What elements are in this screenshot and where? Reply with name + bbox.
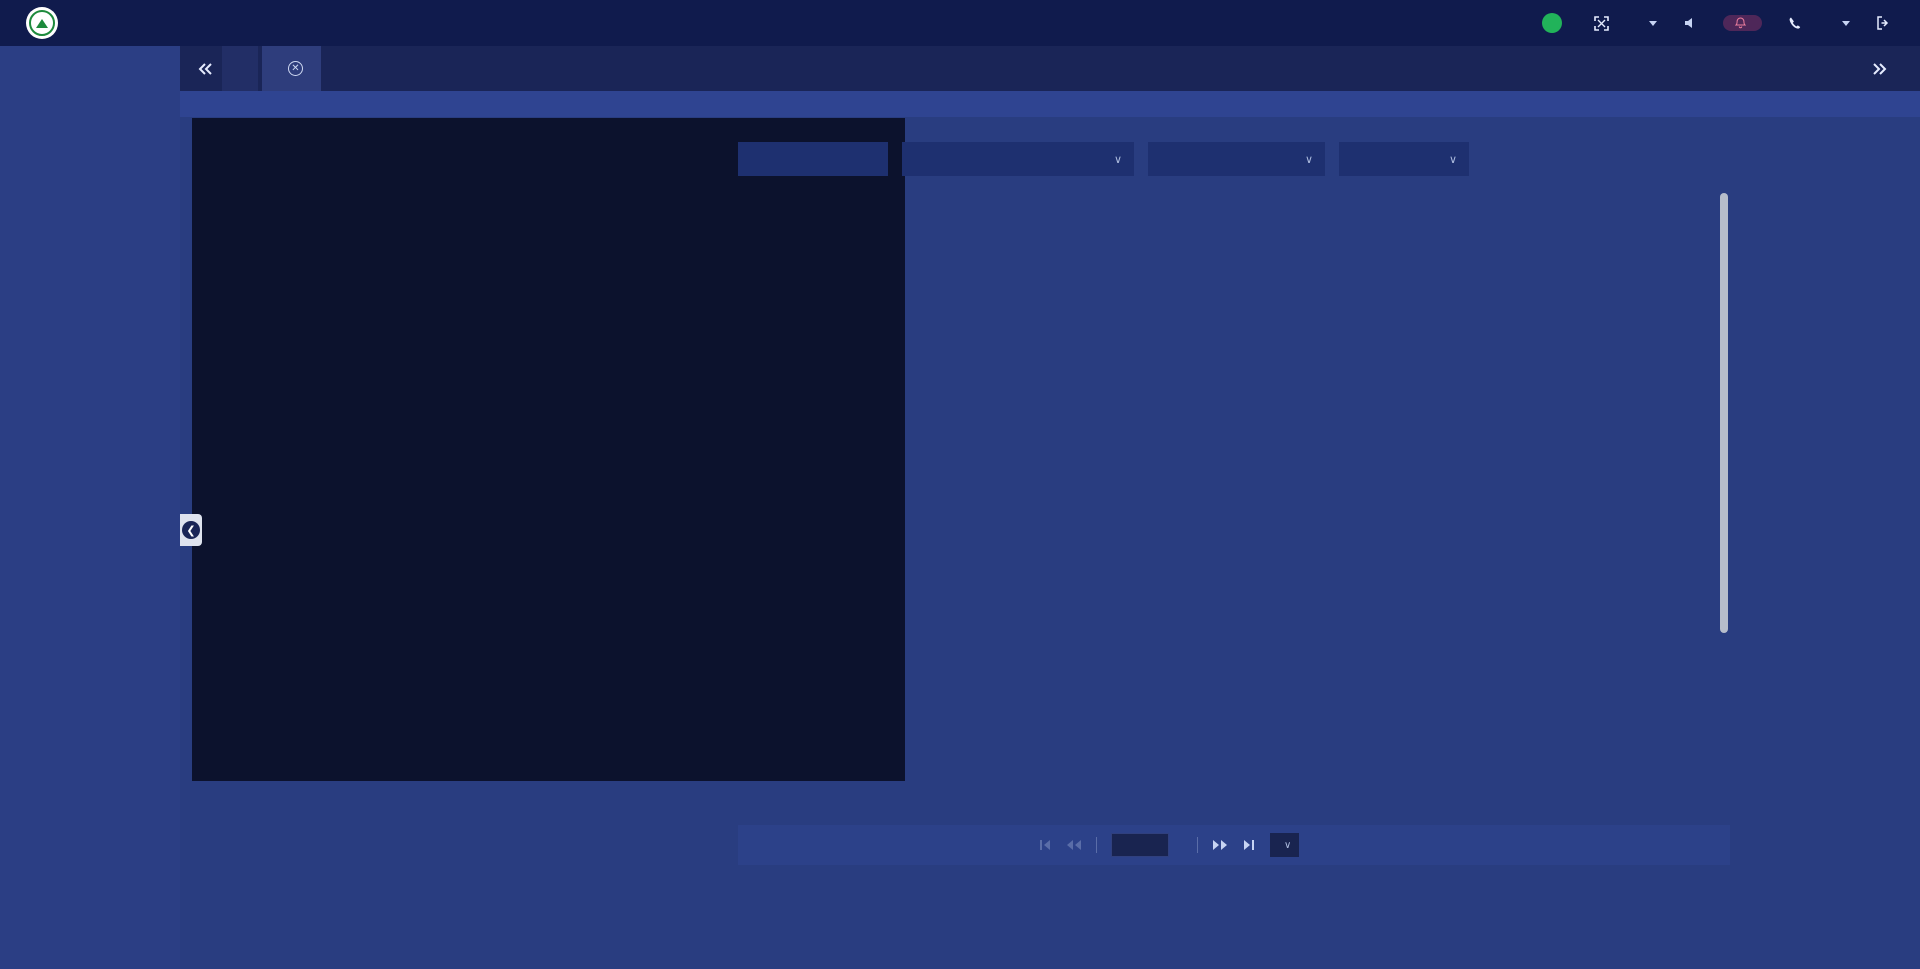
bell-icon xyxy=(1735,17,1746,29)
tab-close-icon[interactable]: ✕ xyxy=(288,61,303,76)
first-page-button[interactable] xyxy=(1038,839,1052,851)
phone-icon xyxy=(1788,16,1802,30)
double-chevron-right-icon[interactable] xyxy=(1872,62,1888,76)
chevron-down-icon xyxy=(1842,21,1850,26)
table-body xyxy=(738,185,1730,825)
sidebar xyxy=(0,46,180,969)
prev-page-button[interactable] xyxy=(1066,839,1082,851)
notification-badge[interactable] xyxy=(1723,15,1762,31)
status-filter-select[interactable]: ∨ xyxy=(1339,142,1469,176)
fullscreen-icon xyxy=(1594,16,1609,31)
divider xyxy=(1096,837,1097,853)
sidebar-collapse-handle[interactable]: ❮ xyxy=(180,514,202,546)
filter-bar: ∨ ∨ ∨ xyxy=(738,142,1730,176)
top-header xyxy=(0,0,1920,46)
stats-bar xyxy=(180,91,1920,117)
tab-bar: ✕ xyxy=(180,46,1920,91)
temperature xyxy=(1542,13,1568,33)
theme-dropdown[interactable] xyxy=(1641,21,1657,26)
name-filter-input[interactable] xyxy=(738,142,888,176)
logout-button[interactable] xyxy=(1876,16,1896,30)
region-filter-select[interactable]: ∨ xyxy=(902,142,1134,176)
next-page-button[interactable] xyxy=(1212,839,1228,851)
chevron-down-icon xyxy=(1649,21,1657,26)
record-range-summary xyxy=(1707,838,1714,853)
pagination-bar: ∨ xyxy=(738,825,1730,865)
chevron-down-icon: ∨ xyxy=(1284,840,1291,851)
temperature-badge xyxy=(1542,13,1562,33)
table-panel: ∨ ∨ ∨ xyxy=(738,142,1730,865)
tab-home[interactable] xyxy=(222,46,258,91)
content-area: ❮ ∨ ∨ ∨ xyxy=(0,117,1920,969)
chevron-left-icon: ❮ xyxy=(182,521,200,539)
table-scrollbar[interactable] xyxy=(1720,193,1728,633)
app-root: ✕ ❮ ∨ ∨ xyxy=(0,0,1920,969)
last-page-button[interactable] xyxy=(1242,839,1256,851)
chevron-down-icon: ∨ xyxy=(1305,153,1313,166)
app-logo-icon xyxy=(26,7,58,39)
org-dropdown[interactable] xyxy=(1834,21,1850,26)
enterprise-table: ∨ xyxy=(738,185,1730,865)
logout-icon xyxy=(1876,16,1890,30)
double-chevron-left-icon xyxy=(197,62,213,76)
divider xyxy=(1197,837,1198,853)
tab-realtime-monitor[interactable]: ✕ xyxy=(262,46,321,91)
speaker-icon xyxy=(1683,16,1697,30)
brand xyxy=(0,7,560,39)
sound-button[interactable] xyxy=(1683,16,1697,30)
tabs-scroll-left-button[interactable] xyxy=(188,46,222,91)
skyline-decoration xyxy=(0,779,180,969)
page-number-input[interactable] xyxy=(1111,833,1169,857)
chevron-down-icon: ∨ xyxy=(1114,153,1122,166)
fullscreen-button[interactable] xyxy=(1594,16,1615,31)
chevron-down-icon: ∨ xyxy=(1449,153,1457,166)
help-button[interactable] xyxy=(1788,16,1808,30)
page-size-select[interactable]: ∨ xyxy=(1270,833,1299,857)
industry-filter-select[interactable]: ∨ xyxy=(1148,142,1325,176)
